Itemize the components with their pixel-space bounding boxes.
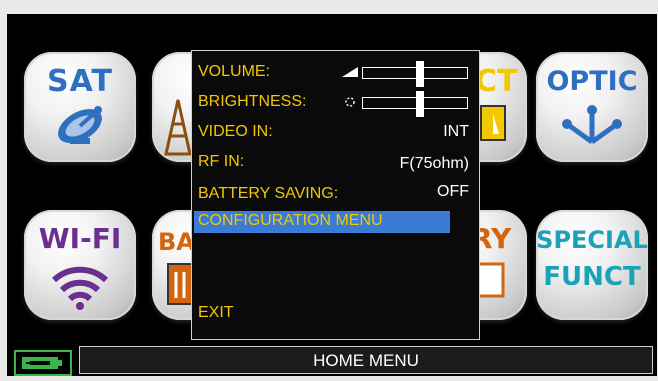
- volume-slider-knob[interactable]: [416, 61, 424, 87]
- battery-charging-icon: [22, 357, 62, 369]
- configuration-menu-item[interactable]: CONFIGURATION MENU: [198, 212, 383, 230]
- optic-app-icon[interactable]: OPTIC: [536, 52, 648, 162]
- battery-status: [14, 350, 72, 376]
- status-bar: HOME MENU: [7, 346, 657, 376]
- volume-icon: [342, 67, 358, 77]
- video-in-value[interactable]: INT: [443, 123, 469, 141]
- page-title: HOME MENU: [313, 351, 419, 370]
- meter-icon: [480, 105, 506, 141]
- wifi-icon: [51, 266, 109, 310]
- brightness-label: BRIGHTNESS:: [198, 93, 307, 110]
- sat-label: SAT: [47, 64, 113, 99]
- sat-app-icon[interactable]: SAT: [24, 52, 136, 162]
- fiber-splitter-icon: [562, 105, 622, 145]
- satellite-dish-icon: [58, 106, 102, 144]
- options-menu: VOLUME: BRIGHTNESS: VIDEO IN: INT RF IN:…: [191, 50, 480, 340]
- screen: SAT T CT OPTIC: [7, 14, 657, 376]
- rf-in-label[interactable]: RF IN:: [198, 153, 244, 171]
- special-funct-app-icon[interactable]: SPECIAL FUNCT: [536, 210, 648, 320]
- brightness-slider[interactable]: [362, 91, 468, 117]
- exit-menu-item[interactable]: EXIT: [198, 304, 234, 322]
- battery-saving-label[interactable]: BATTERY SAVING:: [198, 185, 338, 203]
- wifi-app-icon[interactable]: WI-FI: [24, 210, 136, 320]
- title-bar: HOME MENU: [79, 346, 653, 374]
- video-in-label[interactable]: VIDEO IN:: [198, 123, 273, 141]
- ct-label: CT: [475, 64, 518, 99]
- brightness-icon: [345, 97, 355, 107]
- rf-in-value[interactable]: F(75ohm): [400, 155, 469, 173]
- volume-label: VOLUME:: [198, 63, 271, 80]
- funct-label: FUNCT: [543, 262, 641, 292]
- special-label: SPECIAL: [536, 226, 648, 254]
- battery-saving-value[interactable]: OFF: [437, 183, 469, 201]
- optic-label: OPTIC: [546, 66, 638, 97]
- brightness-slider-knob[interactable]: [416, 91, 424, 117]
- wifi-label: WI-FI: [38, 222, 122, 255]
- memory-card-icon: [475, 262, 505, 298]
- volume-slider[interactable]: [362, 61, 468, 87]
